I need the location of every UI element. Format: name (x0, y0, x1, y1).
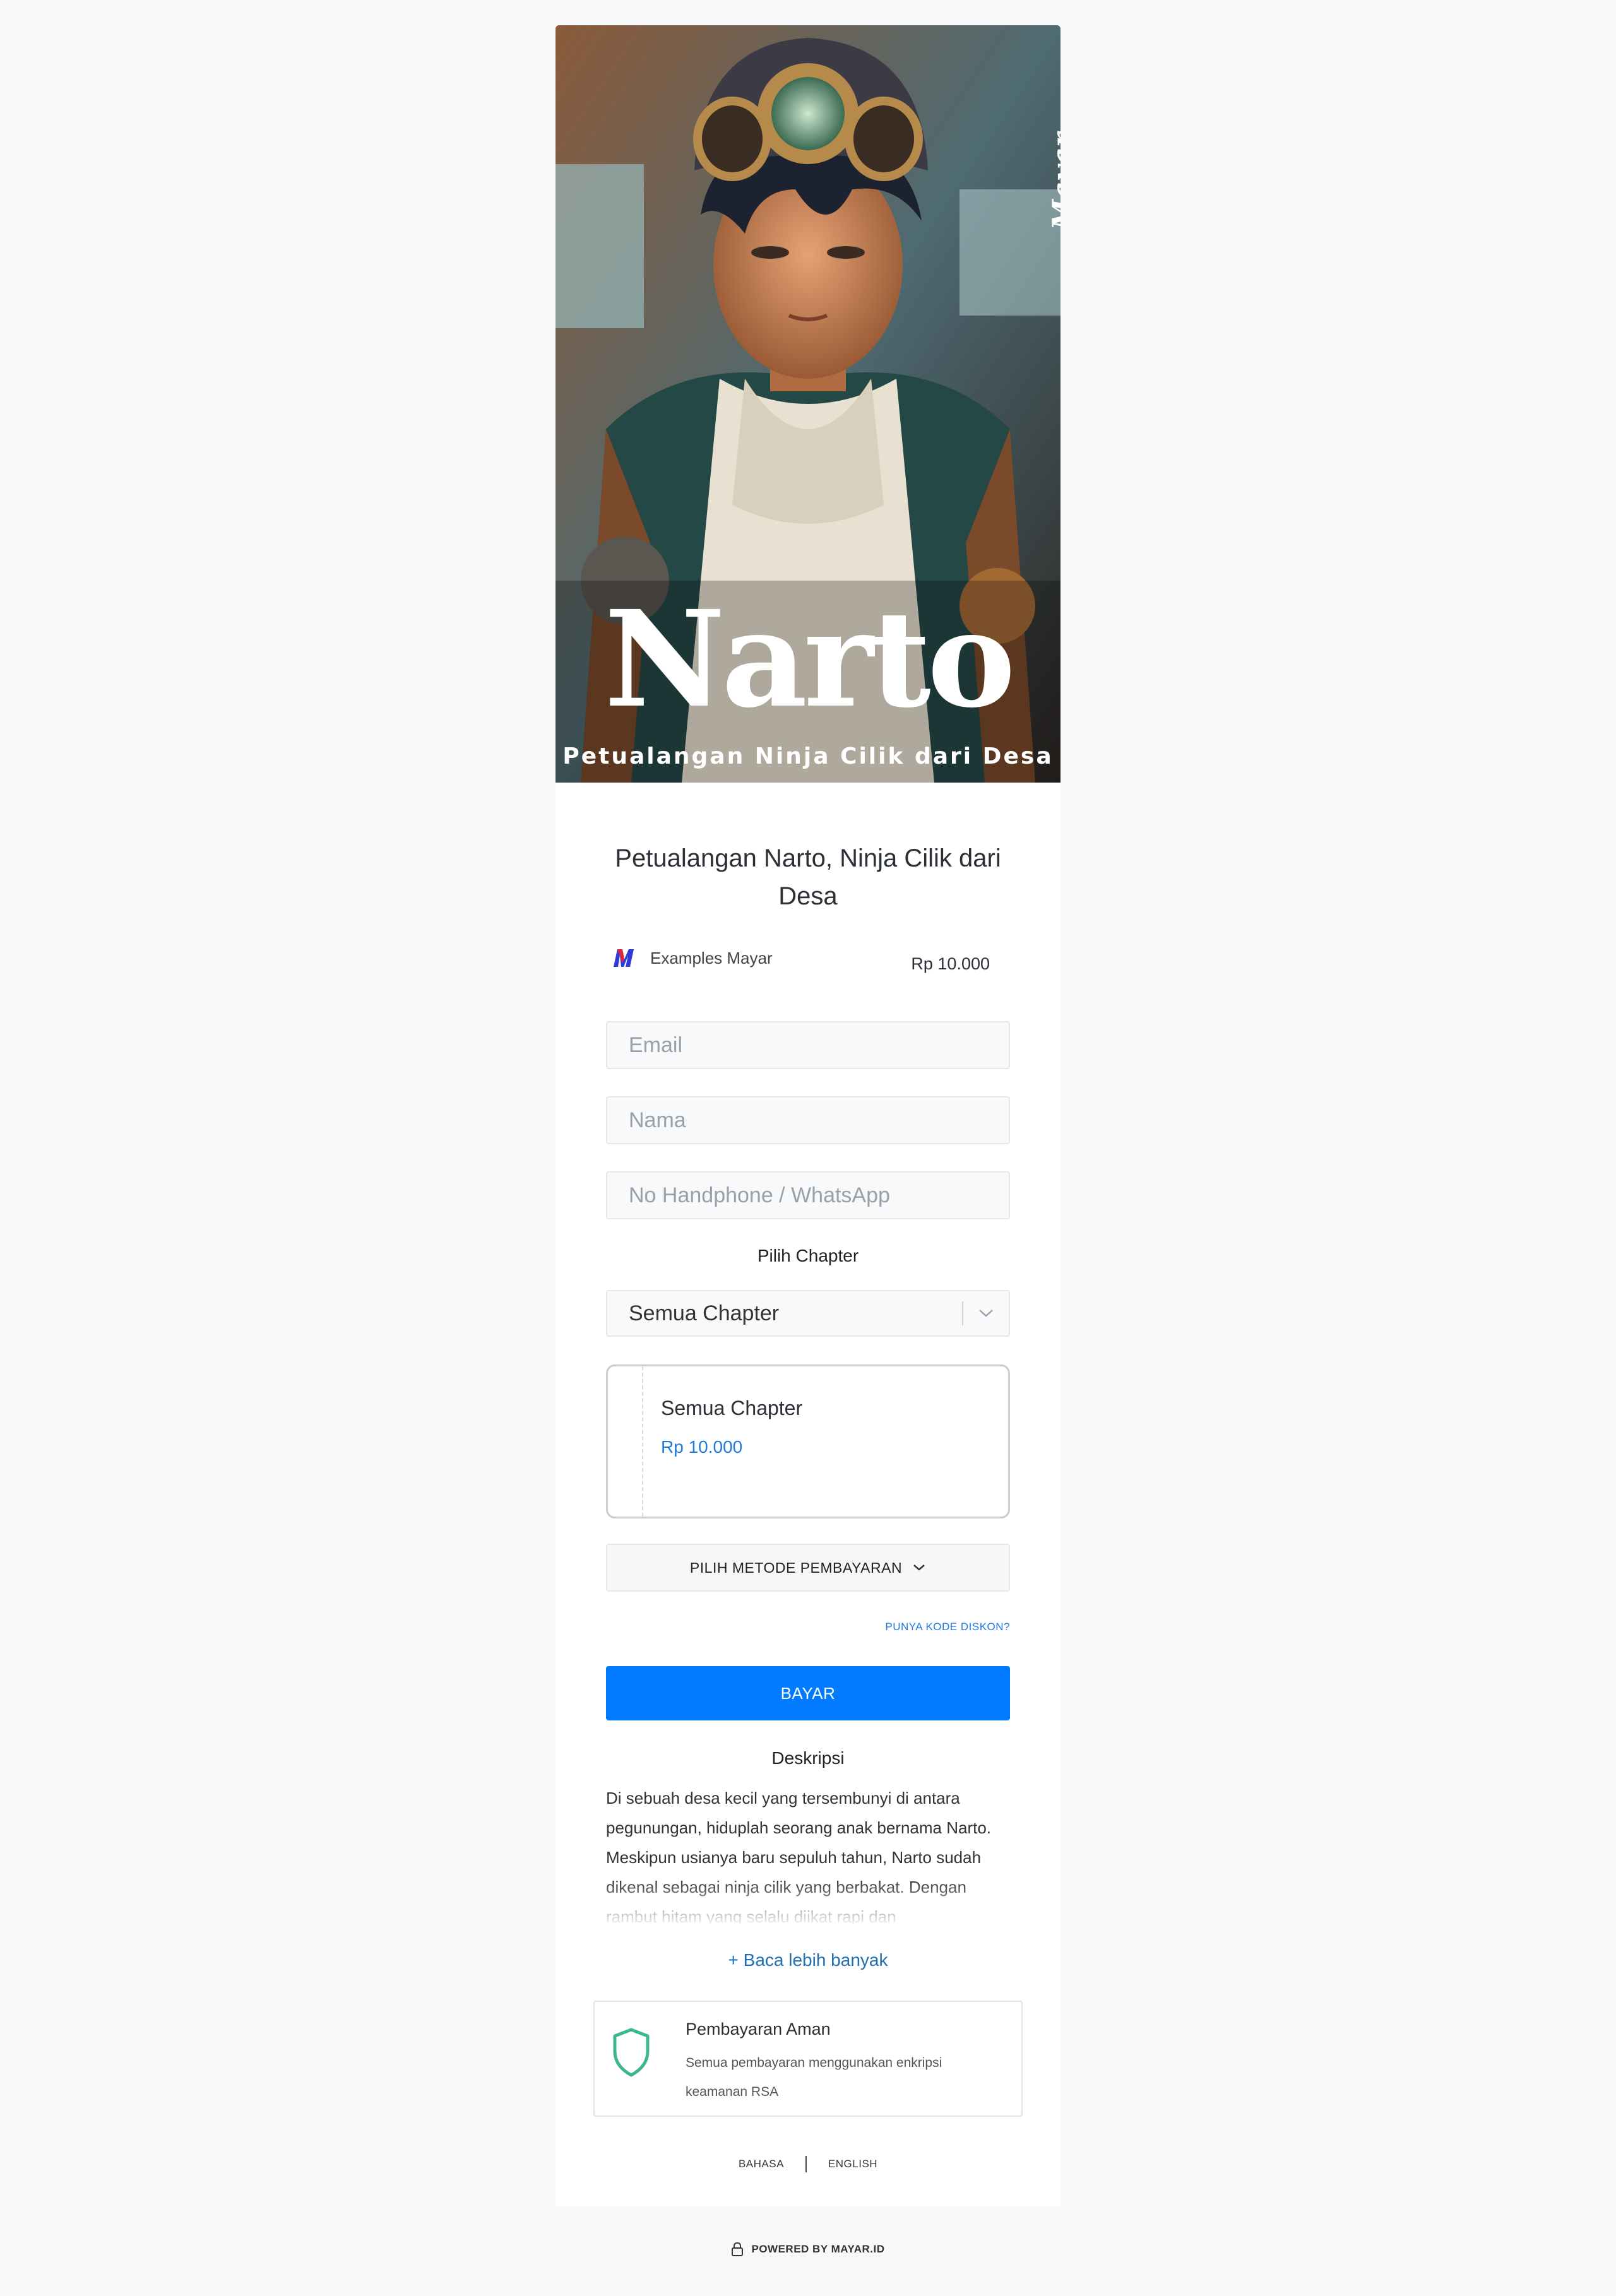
language-english[interactable]: ENGLISH (828, 2158, 877, 2170)
merchant-name: Examples Mayar (650, 948, 773, 968)
email-input[interactable] (606, 1021, 1010, 1069)
merchant-info: Examples Mayar (611, 945, 773, 971)
chapter-select[interactable]: Semua Chapter (606, 1290, 1010, 1337)
phone-input[interactable] (606, 1171, 1010, 1219)
language-switcher: BAHASA ENGLISH (556, 2156, 1060, 2172)
product-cover-image: Mayar Narto Petualangan Ninja Cilik dari… (556, 25, 1060, 783)
option-divider (642, 1366, 643, 1517)
chevron-down-icon (912, 1563, 926, 1572)
chapter-option-card[interactable]: Semua Chapter Rp 10.000 (606, 1364, 1010, 1518)
product-price: Rp 10.000 (911, 954, 990, 973)
cover-brand-logo: Mayar (1047, 133, 1060, 230)
payment-method-label: PILIH METODE PEMBAYARAN (689, 1559, 903, 1576)
description-heading: Deskripsi (771, 1748, 845, 1768)
name-input[interactable] (606, 1096, 1010, 1144)
secure-payment-box: Pembayaran Aman Semua pembayaran menggun… (593, 2001, 1023, 2117)
secure-payment-text: Semua pembayaran menggunakan enkripsi ke… (686, 2056, 942, 2099)
option-price: Rp 10.000 (661, 1437, 743, 1457)
chapter-label: Pilih Chapter (757, 1246, 859, 1265)
description-fade (606, 1879, 1010, 1925)
payment-method-button[interactable]: PILIH METODE PEMBAYARAN (606, 1544, 1010, 1592)
language-separator (805, 2156, 807, 2172)
option-name: Semua Chapter (661, 1397, 803, 1419)
powered-by-footer: POWERED BY MAYAR.ID (0, 2242, 1616, 2257)
chevron-down-icon[interactable] (963, 1308, 1009, 1318)
read-more-link[interactable]: + Baca lebih banyak (556, 1950, 1060, 1970)
mayar-logo-icon (614, 949, 634, 967)
cover-subtitle: Petualangan Ninja Cilik dari Desa (562, 743, 1054, 769)
pay-button[interactable]: BAYAR (606, 1666, 1010, 1720)
powered-by-text[interactable]: POWERED BY MAYAR.ID (751, 2243, 884, 2256)
checkout-card: Mayar Narto Petualangan Ninja Cilik dari… (556, 25, 1060, 2206)
chapter-select-value: Semua Chapter (629, 1301, 780, 1325)
cover-title: Narto (604, 581, 1016, 737)
language-bahasa[interactable]: BAHASA (739, 2158, 784, 2170)
product-title: Petualangan Narto, Ninja Cilik dari Desa (615, 844, 1001, 910)
secure-payment-title: Pembayaran Aman (686, 2020, 831, 2039)
shield-icon (613, 2028, 650, 2077)
discount-code-link[interactable]: PUNYA KODE DISKON? (885, 1621, 1010, 1633)
lock-icon (731, 2242, 744, 2257)
